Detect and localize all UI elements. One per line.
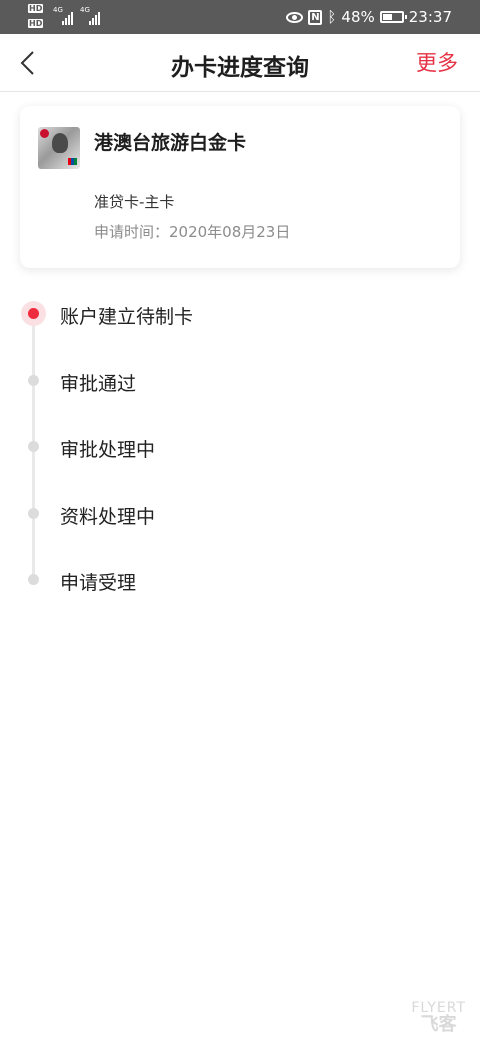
status-right: N ᛒ 48% 23:37 <box>286 0 452 34</box>
eye-icon <box>286 11 304 23</box>
unionpay-icon <box>68 158 77 165</box>
active-step-dot-icon <box>21 301 46 326</box>
timeline-step: 资料处理中 <box>0 494 480 534</box>
watermark: FLYERT 飞客 <box>411 1000 466 1034</box>
nav-bar: 办卡进度查询 更多 <box>0 34 480 92</box>
card-type: 准贷卡-主卡 <box>94 193 175 211</box>
timeline-step: 审批通过 <box>0 361 480 401</box>
step-label: 资料处理中 <box>60 506 156 528</box>
timeline-step: 申请受理 <box>0 560 480 600</box>
card-image <box>38 127 80 169</box>
timeline-step: 账户建立待制卡 <box>0 294 480 334</box>
clock: 23:37 <box>408 8 452 26</box>
card-art <box>52 133 68 153</box>
step-dot-icon <box>28 508 39 519</box>
step-dot-icon <box>28 574 39 585</box>
step-label: 审批处理中 <box>60 439 156 461</box>
step-label: 账户建立待制卡 <box>60 306 194 328</box>
nfc-icon: N <box>308 9 323 25</box>
application-date: 申请时间：2020年08月23日 <box>94 223 291 241</box>
step-label: 审批通过 <box>60 373 137 395</box>
bank-logo-icon <box>40 129 49 138</box>
signal-icon <box>62 9 73 25</box>
timeline-step: 审批处理中 <box>0 427 480 467</box>
signal-icon-2 <box>89 9 100 25</box>
step-label: 申请受理 <box>60 572 137 594</box>
hd-badge-2: HD <box>28 19 44 28</box>
battery-percent: 48% <box>341 8 375 26</box>
status-bar: HD HD 4G 4G N ᛒ 48% 23:37 <box>0 0 480 34</box>
hd-badge: HD <box>28 4 44 13</box>
step-dot-icon <box>28 441 39 452</box>
page-title: 办卡进度查询 <box>171 55 309 81</box>
step-dot-icon <box>28 375 39 386</box>
card-name: 港澳台旅游白金卡 <box>94 132 247 154</box>
card-info-panel[interactable]: 港澳台旅游白金卡 准贷卡-主卡 申请时间：2020年08月23日 <box>20 106 460 268</box>
bluetooth-icon: ᛒ <box>327 7 337 26</box>
battery-icon <box>379 11 407 23</box>
more-button[interactable]: 更多 <box>416 47 458 77</box>
watermark-logo: 飞客 <box>420 1014 457 1035</box>
